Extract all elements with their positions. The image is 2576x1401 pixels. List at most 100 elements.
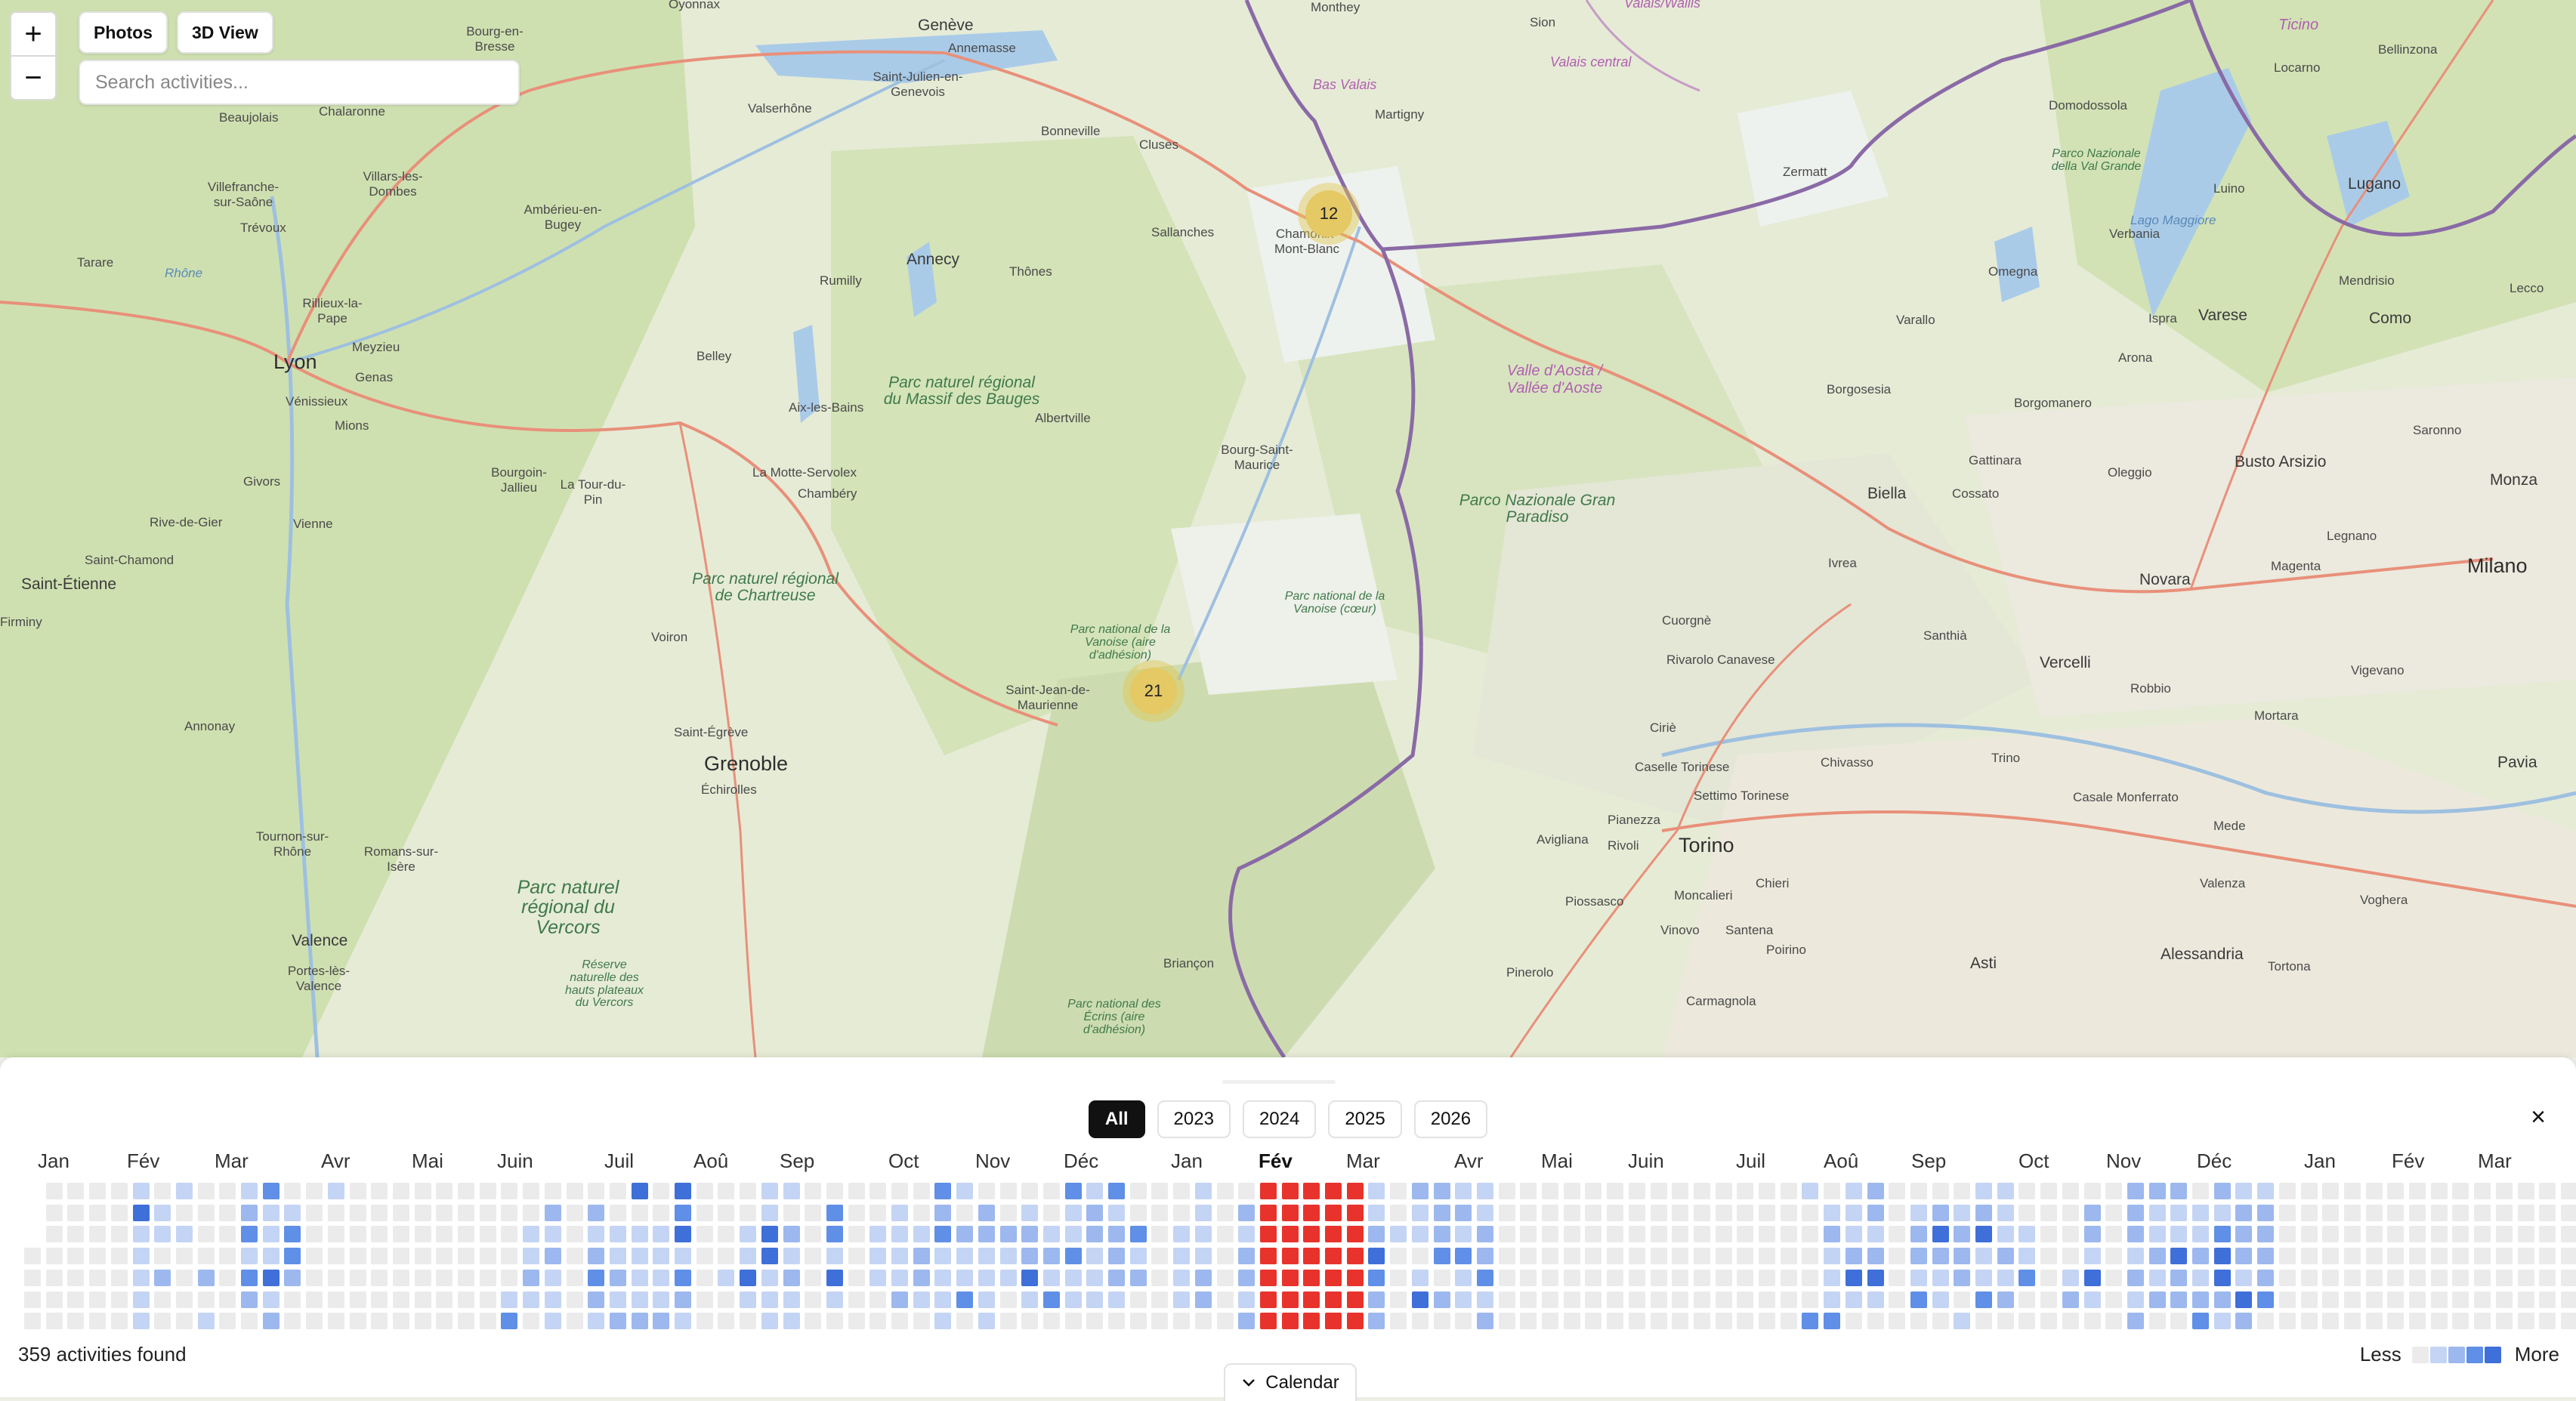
heatmap-day-cell[interactable] <box>696 1269 713 1286</box>
heatmap-day-cell[interactable] <box>436 1248 453 1265</box>
heatmap-day-cell[interactable] <box>89 1313 107 1330</box>
heatmap-day-cell[interactable] <box>284 1226 301 1243</box>
heatmap-day-cell[interactable] <box>1975 1313 1992 1330</box>
heatmap-day-cell[interactable] <box>1997 1204 2014 1221</box>
heatmap-day-cell[interactable] <box>1108 1226 1125 1243</box>
heatmap-day-cell[interactable] <box>1238 1269 1256 1286</box>
heatmap-day-cell[interactable] <box>2062 1313 2079 1330</box>
heatmap-day-cell[interactable] <box>1910 1183 1927 1199</box>
heatmap-day-cell[interactable] <box>1650 1183 1667 1199</box>
heatmap-day-cell[interactable] <box>1975 1291 1992 1308</box>
heatmap-day-cell[interactable] <box>1607 1248 1624 1265</box>
heatmap-day-cell[interactable] <box>1455 1269 1472 1286</box>
heatmap-day-cell[interactable] <box>154 1183 171 1199</box>
heatmap-day-cell[interactable] <box>436 1269 453 1286</box>
heatmap-day-cell[interactable] <box>1585 1313 1602 1330</box>
heatmap-day-cell[interactable] <box>2148 1313 2166 1330</box>
heatmap-day-cell[interactable] <box>566 1204 583 1221</box>
heatmap-day-cell[interactable] <box>761 1248 778 1265</box>
heatmap-day-cell[interactable] <box>2170 1313 2188 1330</box>
heatmap-day-cell[interactable] <box>306 1183 323 1199</box>
heatmap-day-cell[interactable] <box>1259 1269 1277 1286</box>
heatmap-day-cell[interactable] <box>262 1204 280 1221</box>
heatmap-day-cell[interactable] <box>1889 1183 1906 1199</box>
heatmap-day-cell[interactable] <box>2105 1204 2123 1221</box>
heatmap-day-cell[interactable] <box>392 1313 409 1330</box>
heatmap-day-cell[interactable] <box>1824 1204 1841 1221</box>
heatmap-day-cell[interactable] <box>2365 1226 2383 1243</box>
heatmap-day-cell[interactable] <box>1672 1226 1689 1243</box>
heatmap-day-cell[interactable] <box>2148 1291 2166 1308</box>
year-button-2025[interactable]: 2025 <box>1328 1100 1402 1138</box>
heatmap-day-cell[interactable] <box>869 1313 887 1330</box>
heatmap-day-cell[interactable] <box>1737 1291 1754 1308</box>
heatmap-day-cell[interactable] <box>696 1291 713 1308</box>
heatmap-day-cell[interactable] <box>2343 1269 2361 1286</box>
heatmap-day-cell[interactable] <box>891 1291 908 1308</box>
heatmap-day-cell[interactable] <box>1064 1313 1082 1330</box>
heatmap-day-cell[interactable] <box>2257 1269 2275 1286</box>
heatmap-day-cell[interactable] <box>241 1183 258 1199</box>
heatmap-day-cell[interactable] <box>696 1204 713 1221</box>
heatmap-day-cell[interactable] <box>2539 1291 2556 1308</box>
heatmap-day-cell[interactable] <box>1368 1291 1385 1308</box>
heatmap-day-cell[interactable] <box>1759 1183 1775 1199</box>
heatmap-day-cell[interactable] <box>2409 1291 2426 1308</box>
heatmap-day-cell[interactable] <box>306 1226 323 1243</box>
heatmap-day-cell[interactable] <box>783 1226 800 1243</box>
heatmap-day-cell[interactable] <box>1346 1269 1364 1286</box>
heatmap-day-cell[interactable] <box>1715 1226 1732 1243</box>
heatmap-day-cell[interactable] <box>45 1226 63 1243</box>
heatmap-day-cell[interactable] <box>110 1183 128 1199</box>
heatmap-day-cell[interactable] <box>1585 1248 1602 1265</box>
heatmap-day-cell[interactable] <box>1390 1291 1407 1308</box>
heatmap-day-cell[interactable] <box>1824 1291 1841 1308</box>
heatmap-day-cell[interactable] <box>1932 1183 1949 1199</box>
heatmap-day-cell[interactable] <box>1585 1226 1602 1243</box>
heatmap-day-cell[interactable] <box>1780 1226 1797 1243</box>
heatmap-day-cell[interactable] <box>956 1248 974 1265</box>
heatmap-day-cell[interactable] <box>458 1248 474 1265</box>
heatmap-day-cell[interactable] <box>1476 1313 1493 1330</box>
3d-view-button[interactable]: 3D View <box>177 11 273 54</box>
heatmap-day-cell[interactable] <box>1715 1291 1732 1308</box>
heatmap-day-cell[interactable] <box>501 1204 518 1221</box>
heatmap-day-cell[interactable] <box>2300 1291 2318 1308</box>
heatmap-day-cell[interactable] <box>1910 1226 1927 1243</box>
heatmap-day-cell[interactable] <box>956 1269 974 1286</box>
heatmap-day-cell[interactable] <box>501 1291 518 1308</box>
heatmap-day-cell[interactable] <box>349 1291 366 1308</box>
heatmap-day-cell[interactable] <box>371 1204 388 1221</box>
heatmap-day-cell[interactable] <box>2127 1204 2144 1221</box>
heatmap-day-cell[interactable] <box>740 1269 757 1286</box>
heatmap-day-cell[interactable] <box>631 1226 648 1243</box>
heatmap-day-cell[interactable] <box>1238 1313 1256 1330</box>
heatmap-day-cell[interactable] <box>306 1291 323 1308</box>
heatmap-day-cell[interactable] <box>2430 1183 2448 1199</box>
heatmap-day-cell[interactable] <box>501 1313 518 1330</box>
heatmap-day-cell[interactable] <box>1802 1226 1819 1243</box>
heatmap-day-cell[interactable] <box>241 1313 258 1330</box>
heatmap-day-cell[interactable] <box>284 1291 301 1308</box>
heatmap-day-cell[interactable] <box>1715 1269 1732 1286</box>
heatmap-day-cell[interactable] <box>1910 1248 1927 1265</box>
heatmap-day-cell[interactable] <box>1194 1291 1212 1308</box>
heatmap-day-cell[interactable] <box>2409 1269 2426 1286</box>
heatmap-day-cell[interactable] <box>479 1204 496 1221</box>
heatmap-day-cell[interactable] <box>1108 1269 1125 1286</box>
heatmap-day-cell[interactable] <box>2192 1248 2209 1265</box>
heatmap-day-cell[interactable] <box>197 1269 215 1286</box>
heatmap-day-cell[interactable] <box>566 1248 583 1265</box>
heatmap-day-cell[interactable] <box>2213 1226 2231 1243</box>
heatmap-day-cell[interactable] <box>718 1248 735 1265</box>
year-button-2024[interactable]: 2024 <box>1242 1100 1317 1138</box>
heatmap-day-cell[interactable] <box>2192 1291 2209 1308</box>
heatmap-day-cell[interactable] <box>1889 1269 1906 1286</box>
heatmap-day-cell[interactable] <box>2474 1248 2491 1265</box>
heatmap-day-cell[interactable] <box>1433 1183 1450 1199</box>
heatmap-day-cell[interactable] <box>371 1248 388 1265</box>
heatmap-day-cell[interactable] <box>1563 1269 1580 1286</box>
heatmap-day-cell[interactable] <box>219 1183 236 1199</box>
heatmap-day-cell[interactable] <box>1108 1248 1125 1265</box>
heatmap-day-cell[interactable] <box>2170 1248 2188 1265</box>
